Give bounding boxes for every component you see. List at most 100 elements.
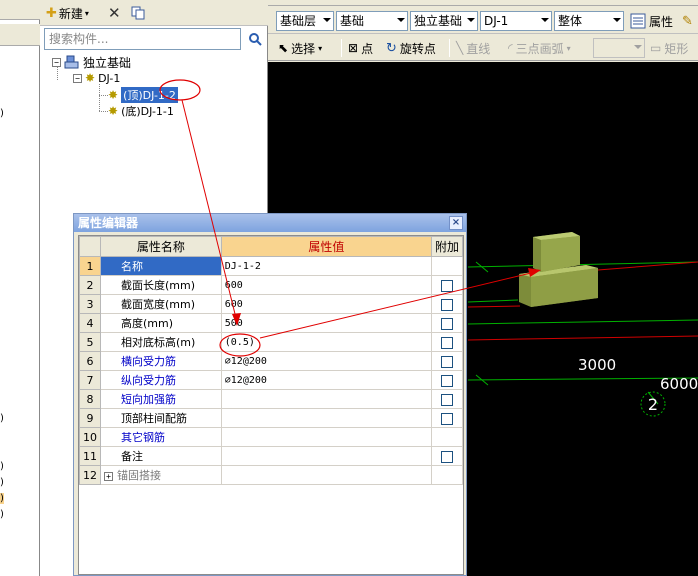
arc-button[interactable]: ◜ 三点画弧 ▾ bbox=[508, 38, 571, 58]
property-value-field[interactable] bbox=[220, 446, 433, 466]
column-header-name[interactable]: 属性名称 bbox=[100, 236, 222, 257]
row-number: 2 bbox=[79, 275, 101, 295]
type-select[interactable]: 独立基础 bbox=[410, 11, 478, 31]
filler-cell bbox=[432, 485, 463, 569]
tree-node-leaf-bottom[interactable]: ✸ (底)DJ-1-1 bbox=[108, 103, 174, 119]
property-value-field[interactable] bbox=[220, 427, 433, 447]
tree-node-root[interactable]: − 独立基础 bbox=[52, 54, 131, 70]
search-icon bbox=[249, 33, 262, 46]
property-value-field[interactable]: ⌀12@200 bbox=[220, 351, 433, 371]
extra-checkbox[interactable] bbox=[441, 336, 454, 349]
column-header-extra[interactable]: 附加 bbox=[431, 236, 463, 257]
rect-icon: ▭ bbox=[650, 41, 662, 55]
table-row[interactable]: 2 截面长度(mm) 600 bbox=[79, 275, 463, 295]
table-row[interactable]: 10 其它钢筋 bbox=[79, 427, 463, 447]
collapse-icon[interactable]: − bbox=[73, 73, 82, 83]
delete-button[interactable]: ✕ bbox=[108, 3, 121, 23]
footing-3d-model[interactable] bbox=[519, 232, 598, 307]
property-name-label: 纵向受力筋 bbox=[121, 374, 176, 387]
property-table: 属性名称 属性值 附加 1 名称 DJ-1-2 2 截面长度(mm) 600 3 截面宽度(m… bbox=[79, 236, 463, 569]
search-button[interactable] bbox=[244, 28, 266, 50]
property-name-label: 锚固搭接 bbox=[117, 469, 161, 482]
left-strip-glyph: ) bbox=[0, 477, 4, 488]
table-row[interactable]: 11 备注 bbox=[79, 446, 463, 466]
column-header-value[interactable]: 属性值 bbox=[220, 236, 433, 257]
left-strip-glyph: ) bbox=[0, 108, 4, 119]
property-value-field[interactable]: 600 bbox=[220, 275, 433, 295]
tree-node-leaf-top[interactable]: ✸ (顶)DJ-1-2 bbox=[108, 87, 178, 103]
left-strip-glyph: ) bbox=[0, 413, 4, 424]
dimension-label-3000: 3000 bbox=[578, 356, 616, 374]
table-row[interactable]: 7 纵向受力筋 ⌀12@200 bbox=[79, 370, 463, 390]
line-button[interactable]: ╲ 直线 bbox=[456, 38, 490, 58]
chevron-down-icon: ▾ bbox=[84, 8, 89, 18]
table-row[interactable]: 9 顶部柱间配筋 bbox=[79, 408, 463, 428]
table-row[interactable]: 5 相对底标高(m) (0.5) bbox=[79, 332, 463, 352]
copy-button[interactable] bbox=[130, 3, 146, 23]
draw-option-select[interactable] bbox=[593, 38, 645, 58]
collapse-icon[interactable]: − bbox=[52, 57, 61, 67]
expand-icon[interactable]: + bbox=[104, 472, 113, 481]
extra-checkbox[interactable] bbox=[441, 393, 454, 406]
property-name: 相对底标高(m) bbox=[100, 332, 222, 352]
row-number: 12 bbox=[79, 465, 101, 485]
rotate-point-button[interactable]: ↻ 旋转点 bbox=[386, 38, 436, 58]
rect-button[interactable]: ▭ 矩形 bbox=[650, 38, 688, 58]
edit-button[interactable]: ✎ bbox=[682, 11, 693, 31]
extra-cell bbox=[431, 275, 463, 295]
left-strip-glyph: ) bbox=[0, 509, 4, 520]
line-icon: ╲ bbox=[456, 41, 464, 55]
tree-node-dj1[interactable]: − ✸ DJ-1 bbox=[73, 70, 120, 86]
table-row[interactable]: 6 横向受力筋 ⌀12@200 bbox=[79, 351, 463, 371]
table-row[interactable]: 4 高度(mm) 500 bbox=[79, 313, 463, 333]
extra-cell bbox=[431, 351, 463, 371]
layer-toolbar: 基础层 基础 独立基础 DJ-1 整体 属性 ✎ bbox=[268, 8, 698, 34]
extra-checkbox[interactable] bbox=[441, 374, 454, 387]
new-button[interactable]: ✚ 新建 ▾ bbox=[46, 3, 89, 23]
table-row[interactable]: 12 + 锚固搭接 bbox=[79, 465, 463, 485]
search-input[interactable]: 搜索构件... bbox=[44, 28, 241, 50]
tree-node-label: (顶)DJ-1-2 bbox=[121, 87, 178, 103]
property-editor-title[interactable]: 属性编辑器 bbox=[74, 214, 466, 232]
property-value-field[interactable]: (0.5) bbox=[220, 332, 433, 352]
property-value-field[interactable]: 600 bbox=[220, 294, 433, 314]
layer-select[interactable]: 基础层 bbox=[276, 11, 334, 31]
select-label: 选择 bbox=[291, 41, 316, 56]
property-value-field[interactable]: 500 bbox=[220, 313, 433, 333]
table-row[interactable]: 3 截面宽度(mm) 600 bbox=[79, 294, 463, 314]
property-button[interactable]: 属性 bbox=[630, 11, 673, 31]
extra-checkbox[interactable] bbox=[441, 355, 454, 368]
left-strip-header bbox=[0, 0, 40, 20]
table-row[interactable]: 1 名称 DJ-1-2 bbox=[79, 256, 463, 276]
property-name: 顶部柱间配筋 bbox=[100, 408, 222, 428]
property-value-field[interactable] bbox=[220, 408, 433, 428]
extra-cell bbox=[431, 389, 463, 409]
property-value-field[interactable]: ⌀12@200 bbox=[220, 370, 433, 390]
extra-checkbox[interactable] bbox=[441, 298, 454, 311]
category-select[interactable]: 基础 bbox=[336, 11, 408, 31]
component-select[interactable]: DJ-1 bbox=[480, 11, 552, 31]
extra-cell bbox=[431, 427, 463, 447]
extra-cell bbox=[431, 332, 463, 352]
unit-select[interactable]: 整体 bbox=[554, 11, 624, 31]
axis-line bbox=[467, 305, 521, 308]
delete-icon: ✕ bbox=[108, 4, 121, 22]
property-name-label: 横向受力筋 bbox=[121, 355, 176, 368]
table-header-row: 属性名称 属性值 附加 bbox=[79, 236, 463, 257]
gear-icon: ✸ bbox=[108, 104, 119, 118]
extra-checkbox[interactable] bbox=[441, 412, 454, 425]
select-button[interactable]: ⬉ 选择 ▾ bbox=[278, 38, 322, 58]
table-row[interactable]: 8 短向加强筋 bbox=[79, 389, 463, 409]
property-value-field[interactable]: DJ-1-2 bbox=[220, 256, 433, 276]
point-button[interactable]: ⊠ 点 bbox=[348, 38, 373, 58]
property-value-field[interactable] bbox=[220, 389, 433, 409]
point-label: 点 bbox=[361, 41, 374, 56]
tree-node-label: (底)DJ-1-1 bbox=[121, 105, 174, 118]
toolbar-separator bbox=[449, 39, 450, 57]
extra-checkbox[interactable] bbox=[441, 279, 454, 292]
dimension-label-6000: 6000 bbox=[660, 375, 698, 393]
property-value-field[interactable] bbox=[220, 465, 433, 485]
close-button[interactable]: × bbox=[449, 216, 463, 230]
extra-checkbox[interactable] bbox=[441, 450, 454, 463]
extra-checkbox[interactable] bbox=[441, 317, 454, 330]
